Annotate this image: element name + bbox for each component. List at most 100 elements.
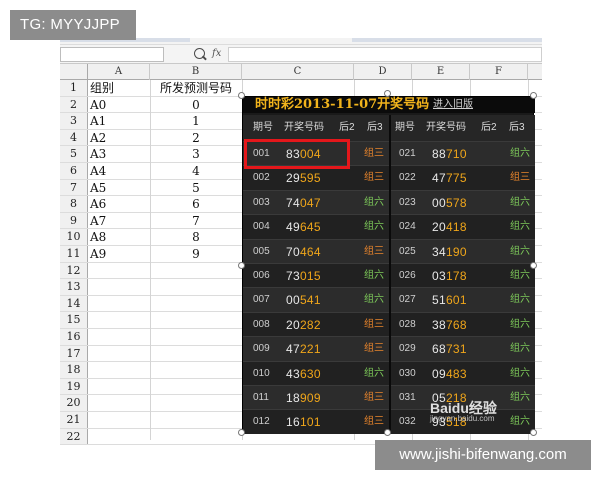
cell-a[interactable]: A6 — [90, 196, 150, 212]
resize-handle[interactable] — [238, 262, 245, 269]
cell-b[interactable]: 3 — [152, 146, 240, 162]
group-type: 组六 — [510, 367, 530, 379]
row-number[interactable]: 15 — [60, 312, 88, 328]
draw-number: 20282 — [286, 313, 321, 337]
resize-handle[interactable] — [530, 92, 537, 99]
row-number[interactable]: 8 — [60, 196, 88, 212]
column-header-a[interactable]: A — [88, 64, 150, 80]
cell-a[interactable]: A5 — [90, 180, 150, 196]
old-version-link[interactable]: 进入旧版 — [433, 98, 473, 112]
header-qihao-right: 期号 — [395, 122, 415, 133]
draw-number-prefix: 09 — [432, 366, 446, 381]
cell-a[interactable]: A4 — [90, 163, 150, 179]
row-number[interactable]: 12 — [60, 262, 88, 279]
row-number[interactable]: 6 — [60, 163, 88, 179]
cell-b[interactable]: 6 — [152, 196, 240, 212]
cell-b[interactable]: 所发预测号码 — [152, 80, 240, 96]
baidu-url: jingyan.baidu.com — [430, 414, 495, 423]
lottery-title-bar: 时时彩2013-11-07开奖号码 进入旧版 — [243, 97, 535, 113]
row-number[interactable]: 18 — [60, 362, 88, 378]
cell-a[interactable]: A3 — [90, 146, 150, 162]
cell-b[interactable]: 8 — [152, 229, 240, 245]
row-number[interactable]: 11 — [60, 246, 88, 262]
draw-number-prefix: 47 — [432, 171, 446, 186]
draw-number-prefix: 70 — [286, 244, 300, 259]
formula-input[interactable] — [228, 47, 542, 62]
cell-a[interactable]: A2 — [90, 130, 150, 146]
draw-number-highlight: 630 — [299, 366, 321, 381]
column-header-c[interactable]: C — [242, 64, 354, 80]
draw-number-highlight: 047 — [299, 195, 321, 210]
row-number[interactable]: 4 — [60, 129, 88, 146]
draw-number-highlight: 101 — [299, 415, 321, 430]
row-number[interactable]: 10 — [60, 229, 88, 245]
group-type: 组三 — [364, 343, 384, 355]
cell-a[interactable]: A7 — [90, 213, 150, 229]
row-number[interactable]: 21 — [60, 412, 88, 428]
row-number[interactable]: 16 — [60, 329, 88, 345]
cell-b[interactable]: 1 — [152, 113, 240, 129]
cell-b[interactable]: 2 — [152, 130, 240, 146]
draw-number-prefix: 73 — [286, 269, 300, 283]
issue-number: 030 — [399, 367, 416, 379]
column-header-e[interactable]: E — [412, 64, 470, 80]
row-number[interactable]: 5 — [60, 146, 88, 162]
name-box[interactable] — [60, 47, 164, 62]
row-number[interactable]: 13 — [60, 279, 88, 295]
issue-number: 004 — [253, 221, 270, 233]
cell-b[interactable]: 7 — [152, 213, 240, 229]
issue-number: 027 — [399, 294, 416, 306]
row-number[interactable]: 1 — [60, 80, 88, 96]
column-header-d[interactable]: D — [354, 64, 412, 80]
row-number[interactable]: 14 — [60, 295, 88, 312]
select-all-corner[interactable] — [60, 64, 88, 80]
zoom-icon[interactable] — [194, 48, 205, 59]
column-divider — [389, 115, 391, 433]
draw-number-prefix: 51 — [432, 293, 446, 308]
issue-number: 005 — [253, 245, 270, 257]
cell-b[interactable]: 4 — [152, 163, 240, 179]
column-header-f[interactable]: F — [470, 64, 528, 80]
resize-handle[interactable] — [238, 429, 245, 436]
resize-handle[interactable] — [384, 90, 391, 97]
resize-handle[interactable] — [238, 92, 245, 99]
resize-handle[interactable] — [530, 262, 537, 269]
baidu-watermark: Baidu经验 jingyan.baidu.com — [430, 398, 540, 428]
cell-a[interactable]: A8 — [90, 229, 150, 245]
row-number[interactable]: 20 — [60, 395, 88, 411]
cell-a[interactable]: 组别 — [90, 80, 150, 96]
row-number[interactable]: 22 — [60, 428, 88, 445]
draw-number: 68731 — [432, 337, 467, 361]
highlight-box — [244, 139, 350, 169]
draw-number: 74047 — [286, 191, 321, 215]
row-number[interactable]: 17 — [60, 345, 88, 362]
lottery-title: 时时彩2013-11-07开奖号码 — [255, 97, 430, 112]
row-number[interactable]: 7 — [60, 179, 88, 196]
row-number[interactable]: 9 — [60, 212, 88, 229]
row-number[interactable]: 19 — [60, 378, 88, 395]
group-type: 组六 — [510, 221, 530, 233]
column-header-b[interactable]: B — [150, 64, 242, 80]
row-number[interactable]: 3 — [60, 113, 88, 129]
group-type: 组三 — [364, 245, 384, 257]
cell-b[interactable]: 5 — [152, 180, 240, 196]
resize-handle[interactable] — [384, 429, 391, 436]
cell-a[interactable]: A0 — [90, 97, 150, 113]
watermark-tag-bottom: www.jishi-bifenwang.com — [375, 440, 591, 470]
resize-handle[interactable] — [530, 429, 537, 436]
issue-number: 008 — [253, 318, 270, 330]
cell-a[interactable]: A1 — [90, 113, 150, 129]
row-number[interactable]: 2 — [60, 96, 88, 113]
draw-number-prefix: 29 — [286, 171, 300, 186]
draw-number: 00578 — [432, 191, 467, 215]
draw-number: 73015 — [286, 264, 321, 288]
cell-a[interactable]: A9 — [90, 246, 150, 262]
fx-icon[interactable]: fx — [212, 48, 221, 59]
header-hou3: 后3 — [367, 122, 383, 133]
draw-number-prefix: 00 — [286, 293, 300, 308]
draw-number-highlight: 768 — [445, 317, 467, 332]
cell-b[interactable]: 9 — [152, 246, 240, 262]
cell-b[interactable]: 0 — [152, 97, 240, 113]
issue-number: 009 — [253, 343, 270, 355]
draw-number-highlight: 731 — [445, 342, 467, 357]
